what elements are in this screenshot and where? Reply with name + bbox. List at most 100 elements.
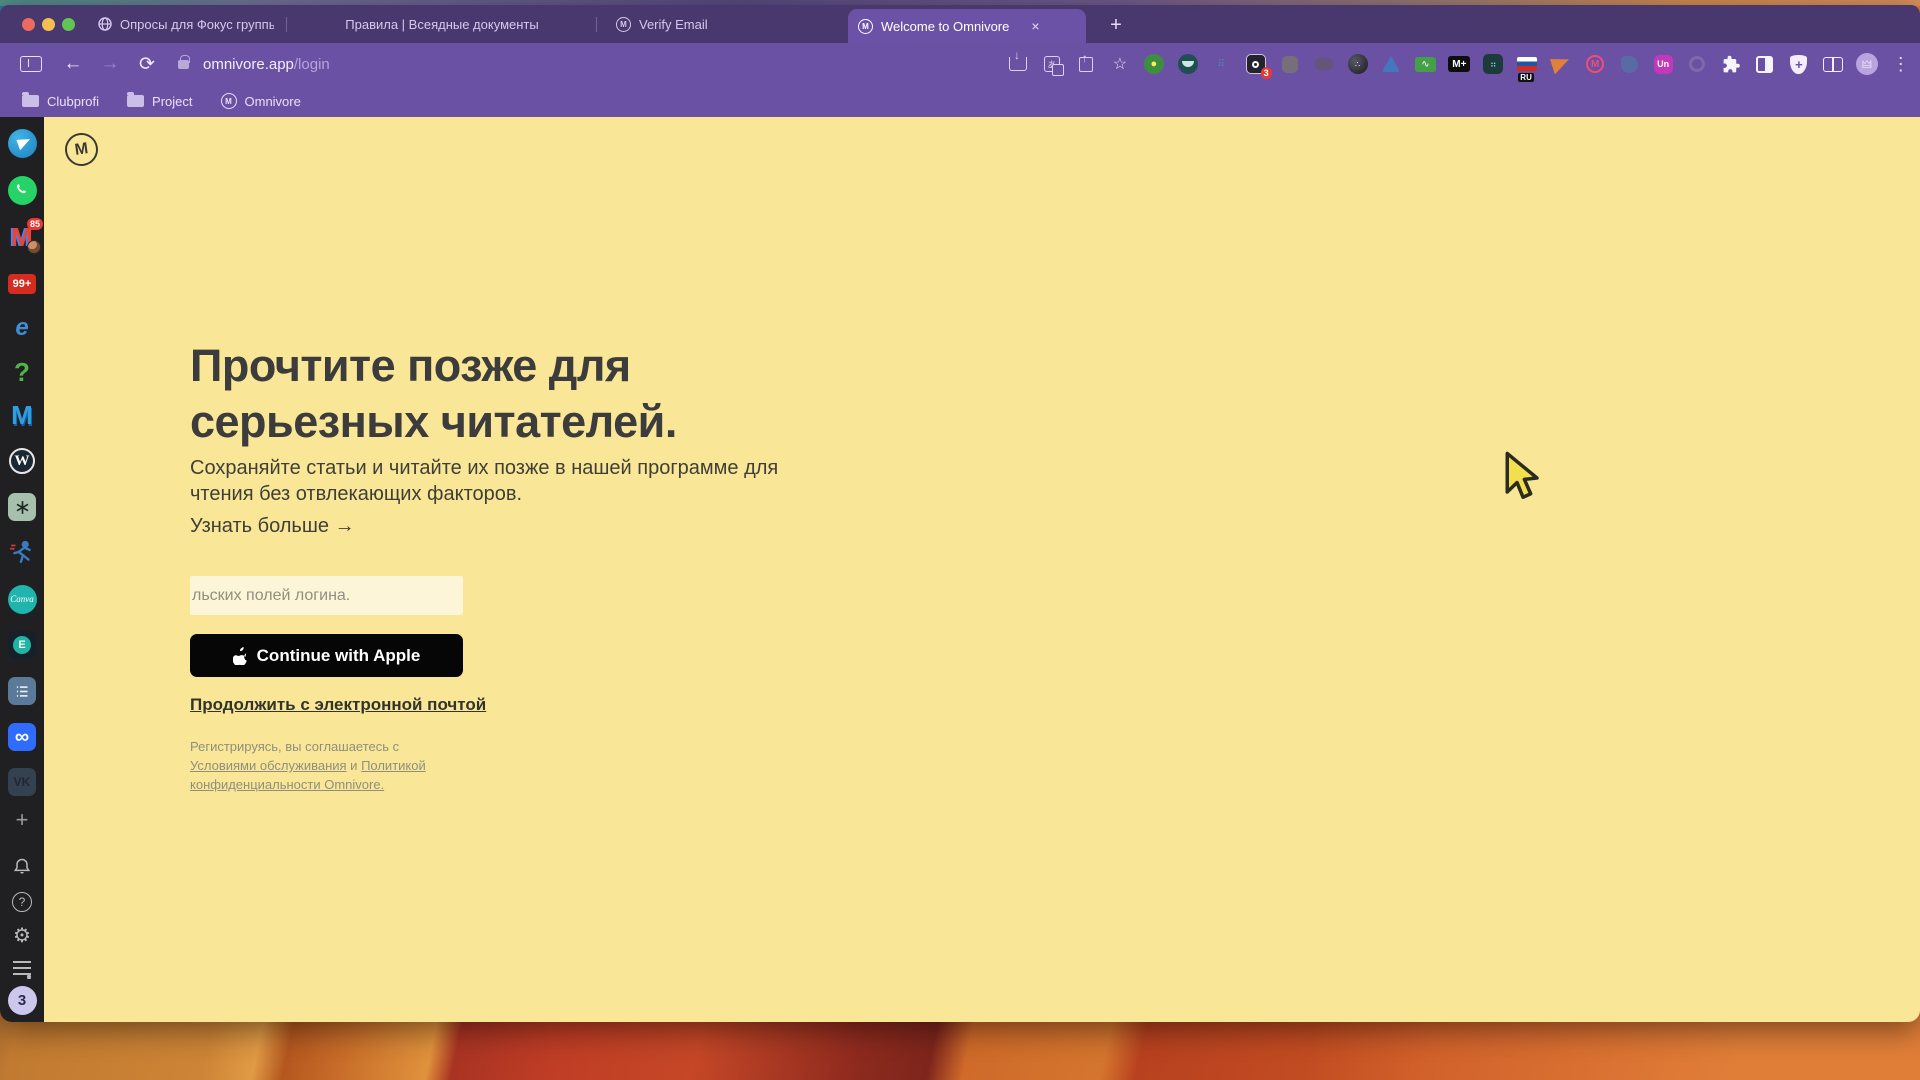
terms-text: Регистрируясь, вы соглашаетесь с Условия… [190, 737, 432, 794]
bookmarks-bar: Clubprofi Project M Omnivore [0, 85, 1920, 117]
tab-separator [286, 17, 287, 32]
profile-count-badge[interactable]: 3 [7, 985, 37, 1015]
close-tab-icon[interactable]: × [1031, 18, 1039, 34]
address-bar[interactable]: omnivore.app/login [203, 43, 330, 85]
tab-rules[interactable]: Правила | Всеядные документы [294, 5, 590, 43]
new-tab-button[interactable]: + [1103, 12, 1129, 38]
close-window-button[interactable] [22, 18, 35, 31]
vk-icon[interactable]: VK [7, 767, 37, 797]
continue-with-apple-button[interactable]: Continue with Apple [190, 634, 463, 677]
terms-of-service-link[interactable]: Условиями обслуживания [190, 758, 347, 773]
terms-and: и [347, 758, 362, 773]
back-button[interactable]: ← [60, 43, 86, 85]
google-login-placeholder[interactable]: льских полей логина. [190, 576, 463, 615]
terms-prefix: Регистрируясь, вы соглашаетесь с [190, 739, 399, 754]
green-extension-icon[interactable]: ● [1142, 52, 1166, 76]
shield-plus-icon[interactable]: + [1787, 52, 1811, 76]
folder-icon [127, 95, 144, 107]
omnivore-logo: M [63, 131, 100, 168]
notifications-bell-icon[interactable] [7, 852, 37, 882]
puzzle-extensions-icon[interactable] [1719, 52, 1743, 76]
lock-icon[interactable] [178, 60, 189, 69]
globe-icon [98, 17, 112, 31]
paper-plane-icon[interactable] [1549, 52, 1573, 76]
continue-with-email-link[interactable]: Продолжить с электронной почтой [190, 695, 486, 715]
translate-icon[interactable]: あ [1040, 52, 1064, 76]
add-app-button[interactable]: + [7, 805, 37, 835]
apple-icon [233, 647, 248, 665]
sphere-extension-icon[interactable]: ∴ [1346, 52, 1370, 76]
omnivore-extension-icon[interactable]: M [1583, 52, 1607, 76]
dim-extension-icon[interactable] [1312, 52, 1336, 76]
tab-verify-email[interactable]: M Verify Email [606, 5, 831, 43]
email-finder-icon[interactable]: e [7, 313, 37, 343]
checklist-icon[interactable] [7, 676, 37, 706]
settings-gear-icon[interactable]: ⚙ [7, 920, 37, 950]
url-path: /login [294, 56, 330, 73]
infinity-icon[interactable]: ∞ [7, 722, 37, 752]
queue-list-icon[interactable] [7, 953, 37, 983]
bookmark-omnivore[interactable]: M Omnivore [221, 93, 301, 109]
bookmark-label: Project [152, 94, 192, 109]
bookmark-star-icon[interactable]: ☆ [1108, 52, 1132, 76]
app-sidebar: M 85 99+ e ? M W Canva E [0, 117, 44, 1022]
browser-window: Опросы для Фокус группы (Отве Правила | … [0, 5, 1920, 1022]
bookmark-label: Clubprofi [47, 94, 99, 109]
telegram-icon[interactable] [7, 128, 37, 158]
apple-button-label: Continue with Apple [257, 646, 421, 666]
wordpress-icon[interactable]: W [7, 446, 37, 476]
help-icon[interactable]: ? [7, 887, 37, 917]
triangle-extension-icon[interactable] [1379, 52, 1403, 76]
learn-more-link[interactable]: Узнать больше → [190, 515, 355, 538]
bag-extension-icon[interactable] [1278, 52, 1302, 76]
un-extension-icon[interactable]: Un [1651, 52, 1675, 76]
page-subtitle: Сохраняйте статьи и читайте их позже в н… [190, 455, 780, 507]
omnivore-login-page: M Прочтите позже для серьезных читателей… [44, 117, 1920, 1022]
toolbar: ← → ⟳ omnivore.app/login あ ☆ ● ⠿ 3 ∴ ∿ [0, 43, 1920, 85]
tab-surveys[interactable]: Опросы для Фокус группы (Отве [88, 5, 284, 43]
menu-dots-icon[interactable]: ⋮ [1889, 52, 1913, 76]
mail-99-icon[interactable]: 99+ [7, 269, 37, 299]
wave-extension-icon[interactable] [1176, 52, 1200, 76]
tab-title: Welcome to Omnivore [881, 19, 1009, 34]
bookmark-project[interactable]: Project [127, 94, 192, 109]
m-service-icon[interactable]: M [7, 400, 37, 430]
split-view-icon[interactable] [1821, 52, 1845, 76]
runner-icon[interactable] [7, 537, 37, 567]
ru-translate-icon[interactable]: RU [1515, 52, 1539, 76]
profile-avatar[interactable]: 🜲 [1855, 52, 1879, 76]
canva-icon[interactable]: Canva [7, 584, 37, 614]
whatsapp-icon[interactable] [7, 175, 37, 205]
extension-row: あ ☆ ● ⠿ 3 ∴ ∿ M+ ⠶ RU M Un [1006, 43, 1913, 85]
tab-title: Правила | Всеядные документы [345, 17, 538, 32]
teal-dots-extension-icon[interactable]: ⠶ [1481, 52, 1505, 76]
save-download-icon[interactable] [1006, 52, 1030, 76]
card-extension-icon[interactable]: ∿ [1413, 52, 1437, 76]
bookmark-label: Omnivore [245, 94, 301, 109]
question-help-icon[interactable]: ? [7, 357, 37, 387]
mplus-extension-icon[interactable]: M+ [1447, 52, 1471, 76]
faded-circle-extension-icon[interactable] [1685, 52, 1709, 76]
tab-title: Verify Email [639, 17, 708, 32]
sidebar-toggle-icon[interactable] [20, 56, 42, 72]
page-title: Прочтите позже для серьезных читателей. [190, 338, 750, 450]
screenshot-extension-icon[interactable]: 3 [1244, 52, 1268, 76]
omnivore-icon: M [221, 93, 237, 109]
share-icon[interactable] [1074, 52, 1098, 76]
gmail-icon[interactable]: M 85 [7, 222, 37, 252]
chatgpt-icon[interactable] [7, 492, 37, 522]
folder-icon [22, 95, 39, 107]
e-dark-icon[interactable]: E [7, 630, 37, 660]
bookmark-clubprofi[interactable]: Clubprofi [22, 94, 99, 109]
side-panel-icon[interactable] [1753, 52, 1777, 76]
url-host: omnivore.app [203, 56, 294, 73]
forward-button[interactable]: → [97, 43, 123, 85]
dots-extension-icon[interactable]: ⠿ [1210, 52, 1234, 76]
reload-button[interactable]: ⟳ [134, 43, 160, 85]
desktop: Опросы для Фокус группы (Отве Правила | … [0, 0, 1920, 1080]
omnivore-icon: M [858, 19, 873, 34]
zoom-window-button[interactable] [62, 18, 75, 31]
minimize-window-button[interactable] [42, 18, 55, 31]
tab-welcome-omnivore[interactable]: M Welcome to Omnivore × [848, 9, 1086, 43]
faded-blue-extension-icon[interactable] [1617, 52, 1641, 76]
